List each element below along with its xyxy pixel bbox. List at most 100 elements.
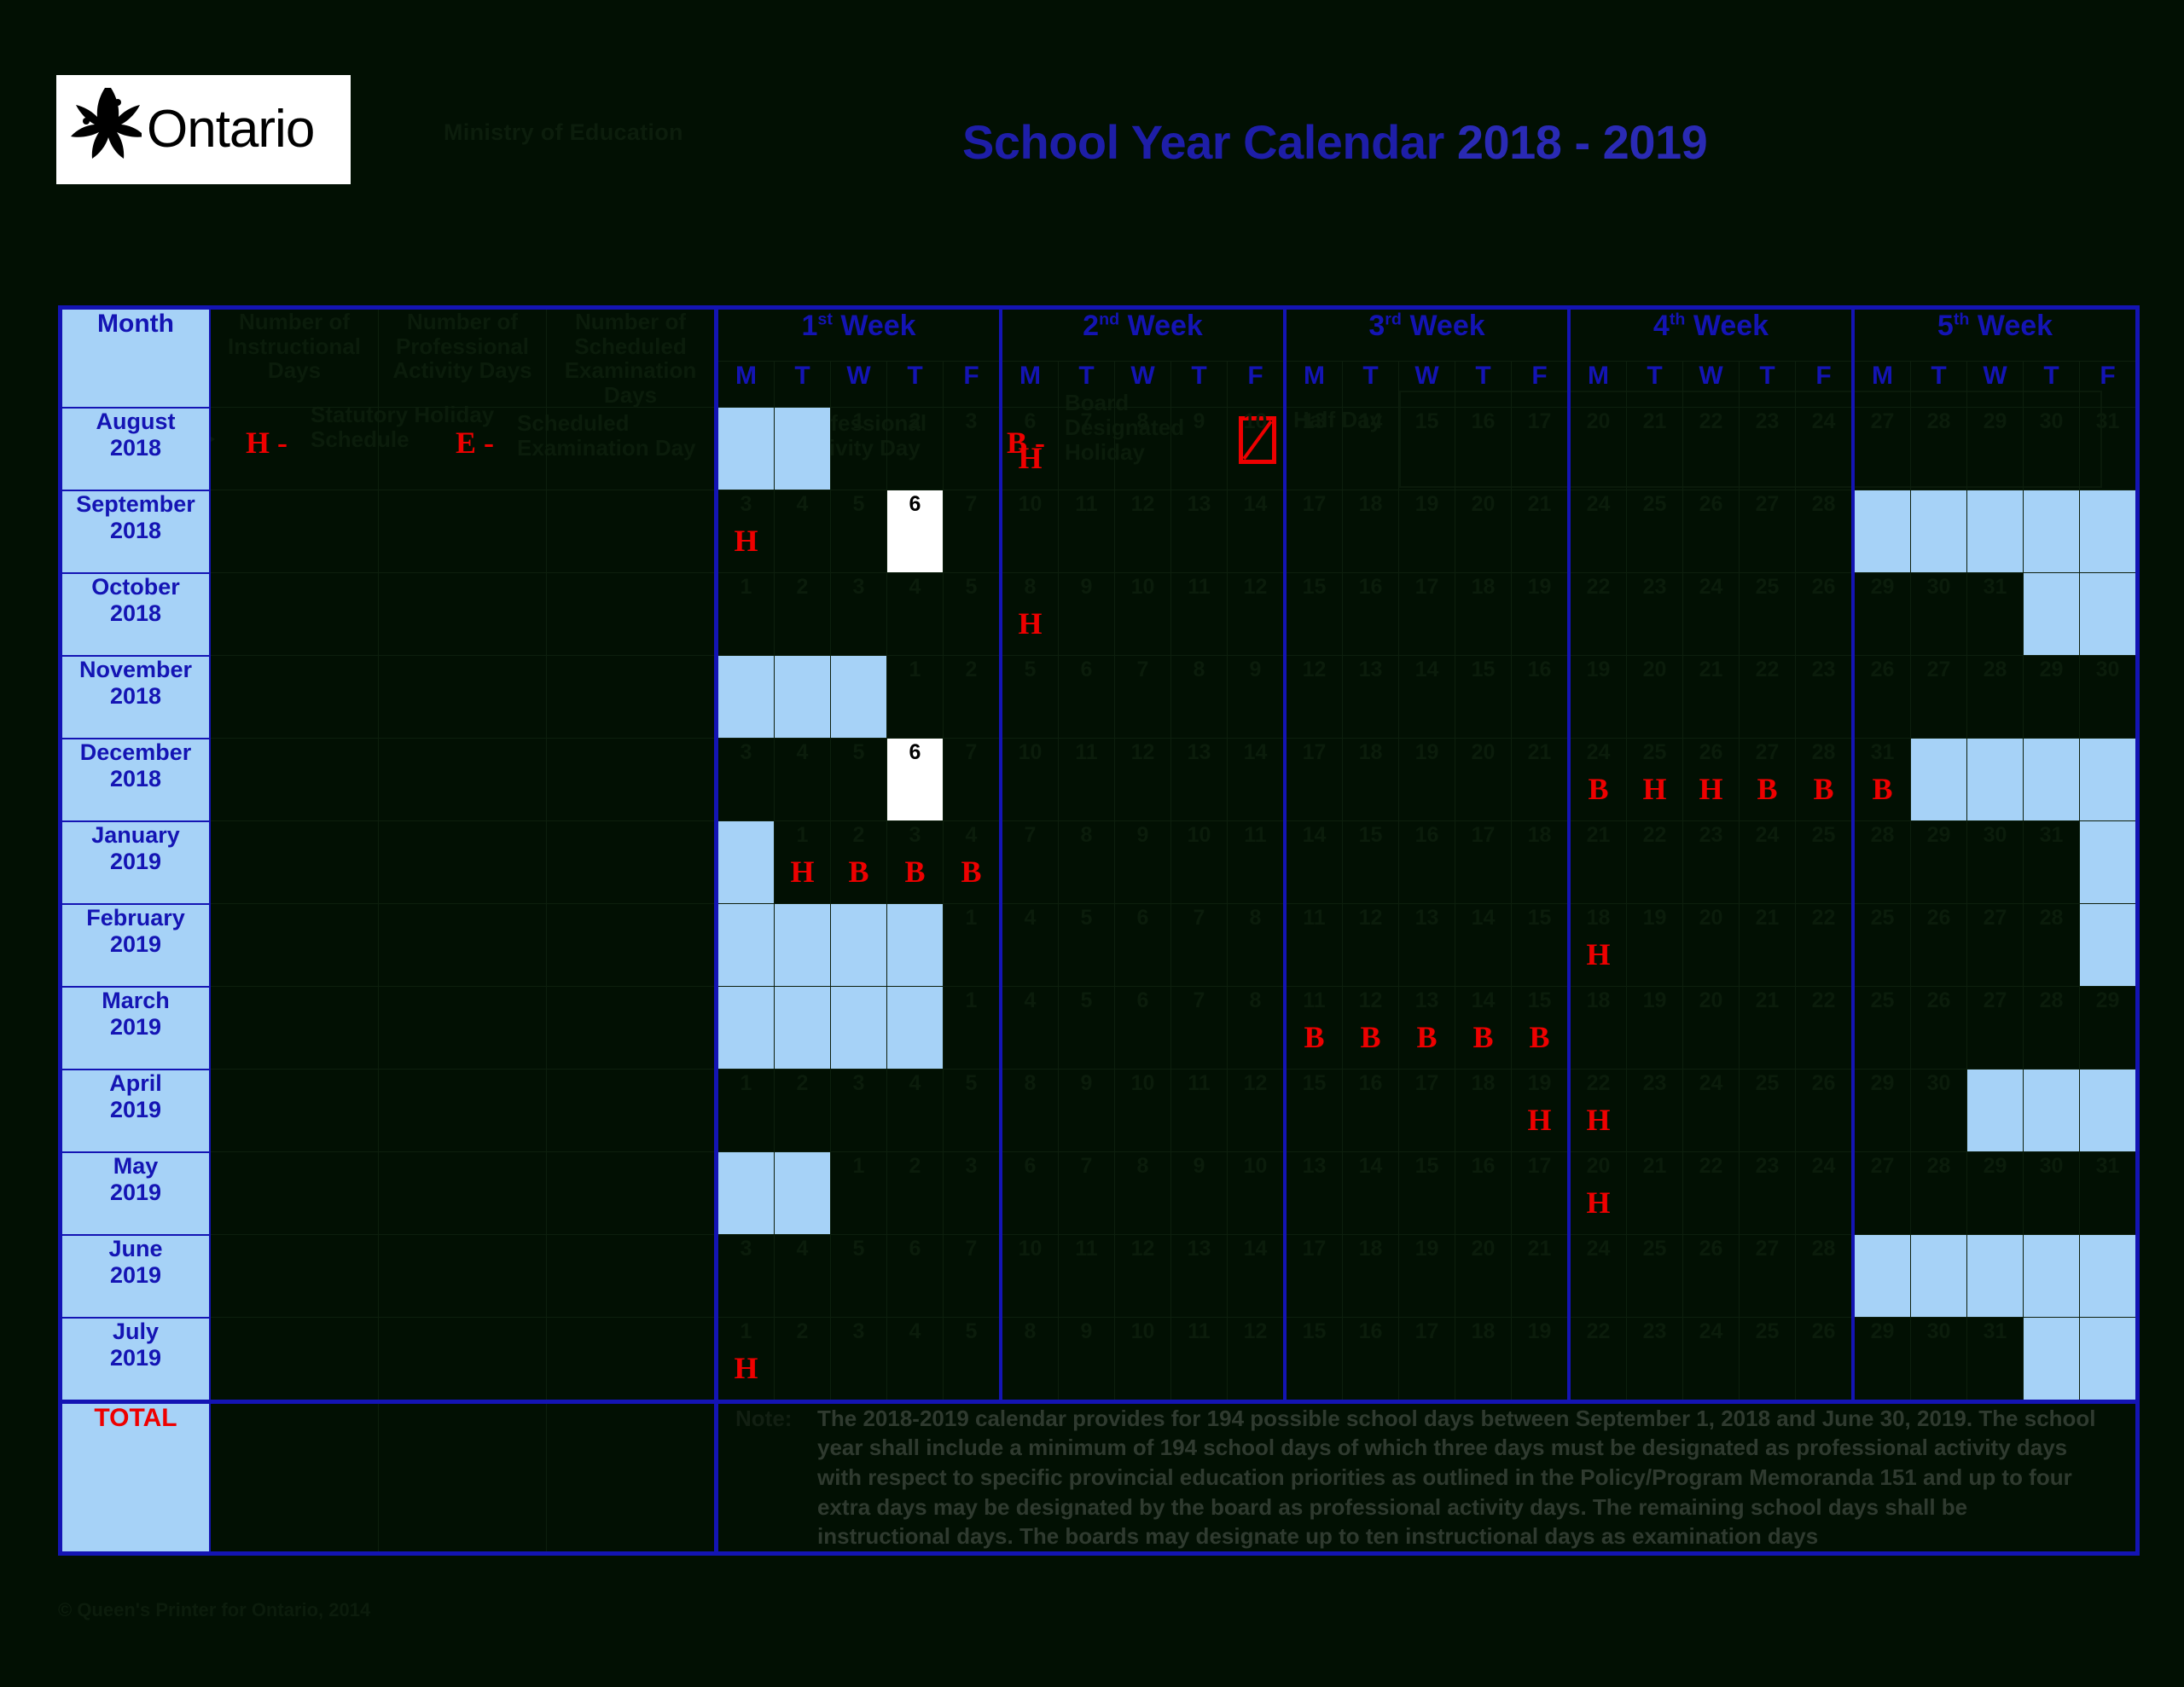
day-cell[interactable] xyxy=(2023,738,2080,822)
day-cell[interactable]: 21 xyxy=(1511,1234,1570,1319)
day-cell[interactable] xyxy=(1966,490,2024,574)
day-cell[interactable]: 10 xyxy=(1227,407,1286,491)
day-cell[interactable]: 19 xyxy=(1398,1234,1455,1319)
day-cell[interactable] xyxy=(1910,738,1967,822)
day-cell[interactable]: 8 xyxy=(1114,407,1171,491)
day-cell[interactable]: 15 xyxy=(1283,572,1343,657)
day-cell[interactable]: 6 xyxy=(1114,986,1171,1070)
day-cell[interactable]: 3 xyxy=(714,738,775,822)
day-cell[interactable] xyxy=(1910,1234,1967,1319)
day-cell[interactable]: 23 xyxy=(1626,1069,1683,1153)
day-cell[interactable] xyxy=(714,655,775,739)
day-cell[interactable]: 13 xyxy=(1170,490,1228,574)
day-cell[interactable]: 1 xyxy=(943,903,1002,988)
day-cell[interactable]: 14 xyxy=(1227,1234,1286,1319)
day-cell[interactable]: 28 xyxy=(2023,986,2080,1070)
day-cell[interactable]: 30 xyxy=(1910,1069,1967,1153)
day-cell[interactable] xyxy=(714,903,775,988)
day-cell[interactable]: 11 xyxy=(1170,1069,1228,1153)
day-cell[interactable]: 20 xyxy=(1626,655,1683,739)
cell-instructional[interactable] xyxy=(209,820,379,905)
day-cell[interactable]: 24 xyxy=(1682,572,1740,657)
day-cell[interactable]: 18 xyxy=(1455,1069,1512,1153)
day-cell[interactable]: 31 xyxy=(1966,572,2024,657)
day-cell[interactable]: 30 xyxy=(2023,1151,2080,1236)
day-cell[interactable]: 14 xyxy=(1227,490,1286,574)
day-cell[interactable] xyxy=(2079,490,2138,574)
day-cell[interactable]: 27 xyxy=(1851,1151,1911,1236)
day-cell[interactable] xyxy=(714,1151,775,1236)
day-cell[interactable]: 12 xyxy=(1114,490,1171,574)
day-cell[interactable]: 12 xyxy=(1283,655,1343,739)
day-cell[interactable]: 13 xyxy=(1398,903,1455,988)
day-cell[interactable]: 31 B xyxy=(1851,738,1911,822)
day-cell[interactable]: 10 xyxy=(1114,1317,1171,1402)
day-cell[interactable]: 4 xyxy=(999,986,1059,1070)
day-cell[interactable]: 26 xyxy=(1682,1234,1740,1319)
day-cell[interactable]: 6 xyxy=(1114,903,1171,988)
day-cell[interactable]: 9 xyxy=(1058,1317,1115,1402)
day-cell[interactable]: 26 xyxy=(1795,572,1854,657)
day-cell[interactable] xyxy=(2079,1317,2138,1402)
day-cell[interactable]: 8 xyxy=(999,1317,1059,1402)
day-cell[interactable]: 13 xyxy=(1283,1151,1343,1236)
day-cell[interactable] xyxy=(1966,1234,2024,1319)
day-cell[interactable]: 29 xyxy=(1851,1317,1911,1402)
day-cell[interactable]: 16 xyxy=(1455,407,1512,491)
day-cell[interactable] xyxy=(2079,1234,2138,1319)
day-cell[interactable]: 29 xyxy=(1966,407,2024,491)
day-cell[interactable] xyxy=(774,655,831,739)
day-cell[interactable]: 6 xyxy=(886,490,944,574)
day-cell[interactable]: 5 xyxy=(830,1234,887,1319)
day-cell[interactable]: 16 xyxy=(1511,655,1570,739)
day-cell[interactable]: 21 xyxy=(1682,655,1740,739)
day-cell[interactable]: 18 xyxy=(1342,738,1399,822)
day-cell[interactable]: 27 xyxy=(1966,986,2024,1070)
day-cell[interactable] xyxy=(2023,1317,2080,1402)
cell-instructional[interactable] xyxy=(209,490,379,574)
day-cell[interactable]: 26 xyxy=(1910,903,1967,988)
day-cell[interactable]: 16 xyxy=(1342,572,1399,657)
day-cell[interactable]: 10 xyxy=(1170,820,1228,905)
day-cell[interactable]: 11 xyxy=(1283,903,1343,988)
day-cell[interactable]: 27 xyxy=(1910,655,1967,739)
day-cell[interactable]: 7 xyxy=(1170,986,1228,1070)
day-cell[interactable]: 24 xyxy=(1567,1234,1627,1319)
day-cell[interactable]: 22 xyxy=(1626,820,1683,905)
day-cell[interactable]: 1 xyxy=(714,1069,775,1153)
day-cell[interactable]: 1H xyxy=(714,1317,775,1402)
day-cell[interactable]: 23 xyxy=(1739,1151,1796,1236)
day-cell[interactable]: 5 xyxy=(1058,903,1115,988)
day-cell[interactable]: 24 xyxy=(1739,820,1796,905)
day-cell[interactable]: 17 xyxy=(1511,1151,1570,1236)
day-cell[interactable]: 13 B xyxy=(1398,986,1455,1070)
day-cell[interactable]: 12 xyxy=(1342,903,1399,988)
day-cell[interactable]: 8 xyxy=(1058,820,1115,905)
day-cell[interactable]: 3 xyxy=(714,1234,775,1319)
day-cell[interactable]: 25 xyxy=(1851,986,1911,1070)
cell-instructional[interactable] xyxy=(209,903,379,988)
day-cell[interactable]: 6 xyxy=(1058,655,1115,739)
cell-pa_days[interactable] xyxy=(378,1151,547,1236)
day-cell[interactable] xyxy=(886,903,944,988)
day-cell[interactable]: 6 xyxy=(886,1234,944,1319)
day-cell[interactable]: 7 xyxy=(1058,1151,1115,1236)
day-cell[interactable]: 1 xyxy=(943,986,1002,1070)
day-cell[interactable]: 22 xyxy=(1682,407,1740,491)
day-cell[interactable]: 7 xyxy=(943,490,1002,574)
day-cell[interactable]: 27 xyxy=(1739,1234,1796,1319)
day-cell[interactable]: 17 xyxy=(1511,407,1570,491)
day-cell[interactable]: 11 xyxy=(1058,738,1115,822)
day-cell[interactable]: 2 xyxy=(886,1151,944,1236)
cell-pa_days[interactable] xyxy=(378,903,547,988)
day-cell[interactable]: 30 xyxy=(1910,1317,1967,1402)
day-cell[interactable]: 1 xyxy=(830,407,887,491)
day-cell[interactable]: 25 xyxy=(1626,1234,1683,1319)
day-cell[interactable]: 19 xyxy=(1511,1317,1570,1402)
cell-pa_days[interactable] xyxy=(378,572,547,657)
day-cell[interactable]: 24 xyxy=(1567,490,1627,574)
cell-exam_days[interactable] xyxy=(546,986,717,1070)
day-cell[interactable]: 18 xyxy=(1455,1317,1512,1402)
day-cell[interactable]: 15 xyxy=(1455,655,1512,739)
cell-pa_days[interactable] xyxy=(378,1234,547,1319)
